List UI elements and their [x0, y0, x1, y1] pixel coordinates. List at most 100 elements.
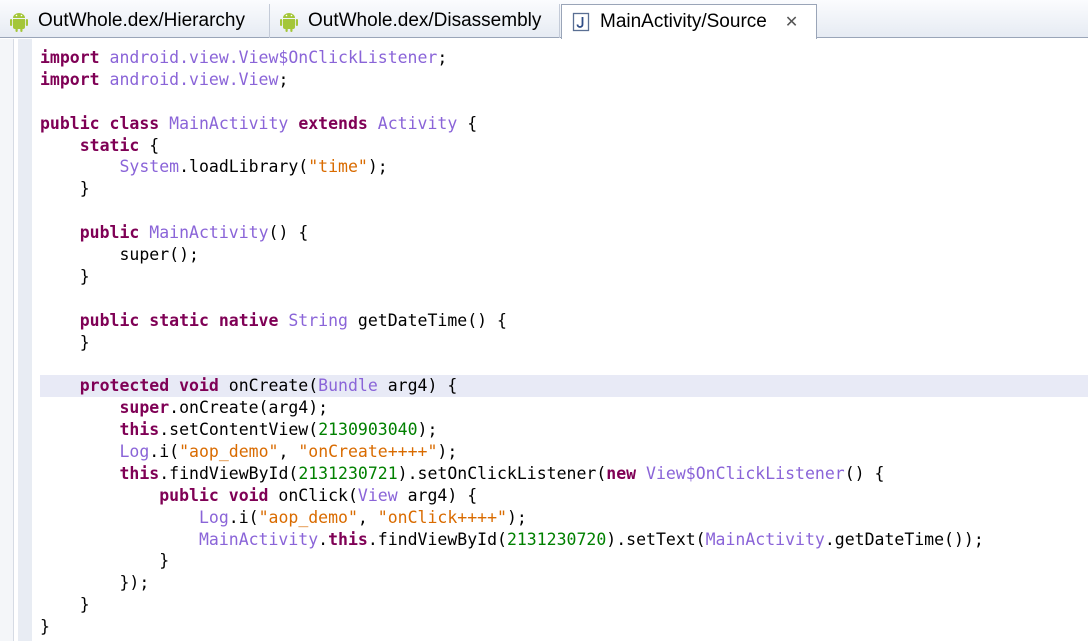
- code-line[interactable]: public static native String getDateTime(…: [40, 310, 1088, 332]
- code-token: .setContentView(: [159, 420, 319, 440]
- code-token: MainActivity: [198, 529, 319, 549]
- code-line[interactable]: [40, 353, 1088, 375]
- code-token: {: [139, 135, 160, 155]
- code-token: View$OnClickListener: [646, 463, 845, 483]
- code-line[interactable]: }: [40, 594, 1088, 616]
- code-line[interactable]: }: [40, 616, 1088, 638]
- code-area[interactable]: import android.view.View$OnClickListener…: [40, 47, 1088, 638]
- code-line[interactable]: public class MainActivity extends Activi…: [40, 113, 1088, 135]
- code-token: extends: [298, 113, 368, 133]
- code-token: MainActivity: [169, 113, 289, 133]
- code-token: public: [79, 223, 140, 243]
- code-token: super: [119, 398, 170, 418]
- code-line[interactable]: protected void onCreate(Bundle arg4) {: [40, 375, 1088, 398]
- code-line[interactable]: [40, 200, 1088, 222]
- code-token: }: [40, 551, 170, 571]
- code-line[interactable]: });: [40, 572, 1088, 594]
- code-line[interactable]: import android.view.View$OnClickListener…: [40, 47, 1088, 69]
- code-token: this: [119, 463, 160, 483]
- code-token: .onCreate(arg4);: [169, 398, 329, 418]
- code-token: }: [40, 617, 50, 637]
- code-token: protected void: [79, 376, 219, 396]
- code-token: this: [328, 529, 368, 549]
- code-line[interactable]: }: [40, 178, 1088, 200]
- code-token: );: [437, 442, 458, 462]
- code-token: import: [40, 69, 100, 89]
- code-token: public class: [40, 113, 160, 133]
- code-token: );: [506, 507, 527, 527]
- code-token: }: [40, 332, 90, 352]
- code-line[interactable]: import android.view.View;: [40, 69, 1088, 91]
- code-token: static: [79, 135, 140, 155]
- code-line[interactable]: public void onClick(View arg4) {: [40, 485, 1088, 507]
- code-line[interactable]: Log.i("aop_demo", "onClick++++");: [40, 507, 1088, 529]
- code-token: Bundle: [318, 376, 378, 396]
- android-icon: [278, 9, 300, 33]
- code-token: ).setOnClickListener(: [397, 463, 607, 483]
- code-token: );: [367, 157, 388, 177]
- code-line[interactable]: static {: [40, 135, 1088, 157]
- source-editor[interactable]: import android.view.View$OnClickListener…: [0, 39, 1088, 641]
- code-token: getDateTime() {: [347, 310, 507, 330]
- code-token: "time": [308, 157, 368, 177]
- code-line[interactable]: [40, 288, 1088, 310]
- code-line[interactable]: super.onCreate(arg4);: [40, 397, 1088, 419]
- code-line[interactable]: MainActivity.this.findViewById(213123072…: [40, 529, 1088, 551]
- code-token: () {: [844, 463, 885, 483]
- close-icon[interactable]: ✕: [785, 12, 798, 32]
- code-line[interactable]: Log.i("aop_demo", "onCreate++++");: [40, 441, 1088, 463]
- code-token: "onCreate++++": [298, 442, 438, 462]
- tab-label: OutWhole.dex/Disassembly: [308, 10, 542, 31]
- code-token: this: [119, 420, 160, 440]
- code-token: }: [40, 179, 90, 199]
- code-token: import: [40, 48, 100, 67]
- code-token: .getDateTime());: [824, 529, 984, 549]
- code-line[interactable]: this.setContentView(2130903040);: [40, 419, 1088, 441]
- code-token: });: [40, 573, 150, 593]
- code-token: onClick(: [268, 485, 358, 505]
- code-line[interactable]: super();: [40, 244, 1088, 266]
- code-token: .loadLibrary(: [179, 157, 309, 177]
- code-token: ;: [278, 69, 289, 89]
- code-token: Log: [119, 442, 150, 462]
- tab-mainactivity-source[interactable]: MainActivity/Source ✕: [561, 4, 817, 39]
- code-token: MainActivity: [149, 223, 269, 243]
- code-line[interactable]: }: [40, 550, 1088, 572]
- tab-outwhole-disassembly[interactable]: OutWhole.dex/Disassembly: [270, 4, 560, 38]
- tab-outwhole-hierarchy[interactable]: OutWhole.dex/Hierarchy: [0, 4, 270, 38]
- code-line[interactable]: }: [40, 332, 1088, 354]
- code-token: Log: [198, 507, 229, 527]
- code-token: MainActivity: [705, 529, 825, 549]
- code-token: View: [357, 485, 398, 505]
- java-file-icon: [570, 10, 592, 34]
- editor-tab-bar: OutWhole.dex/Hierarchy OutWhole.dex/Disa…: [0, 0, 1088, 39]
- code-line[interactable]: public MainActivity() {: [40, 222, 1088, 244]
- code-token: 2131230720: [506, 529, 607, 549]
- code-token: public static native: [79, 310, 279, 330]
- code-line[interactable]: System.loadLibrary("time");: [40, 156, 1088, 178]
- code-token: }: [40, 595, 90, 615]
- code-token: 2130903040: [318, 420, 418, 440]
- code-token: arg4) {: [377, 376, 458, 396]
- code-line[interactable]: }: [40, 266, 1088, 288]
- code-token: arg4) {: [397, 485, 478, 505]
- code-token: new: [606, 463, 637, 483]
- code-line[interactable]: [40, 91, 1088, 113]
- code-line[interactable]: this.findViewById(2131230721).setOnClick…: [40, 463, 1088, 485]
- code-token: );: [417, 420, 438, 440]
- code-token: "aop_demo": [258, 507, 358, 527]
